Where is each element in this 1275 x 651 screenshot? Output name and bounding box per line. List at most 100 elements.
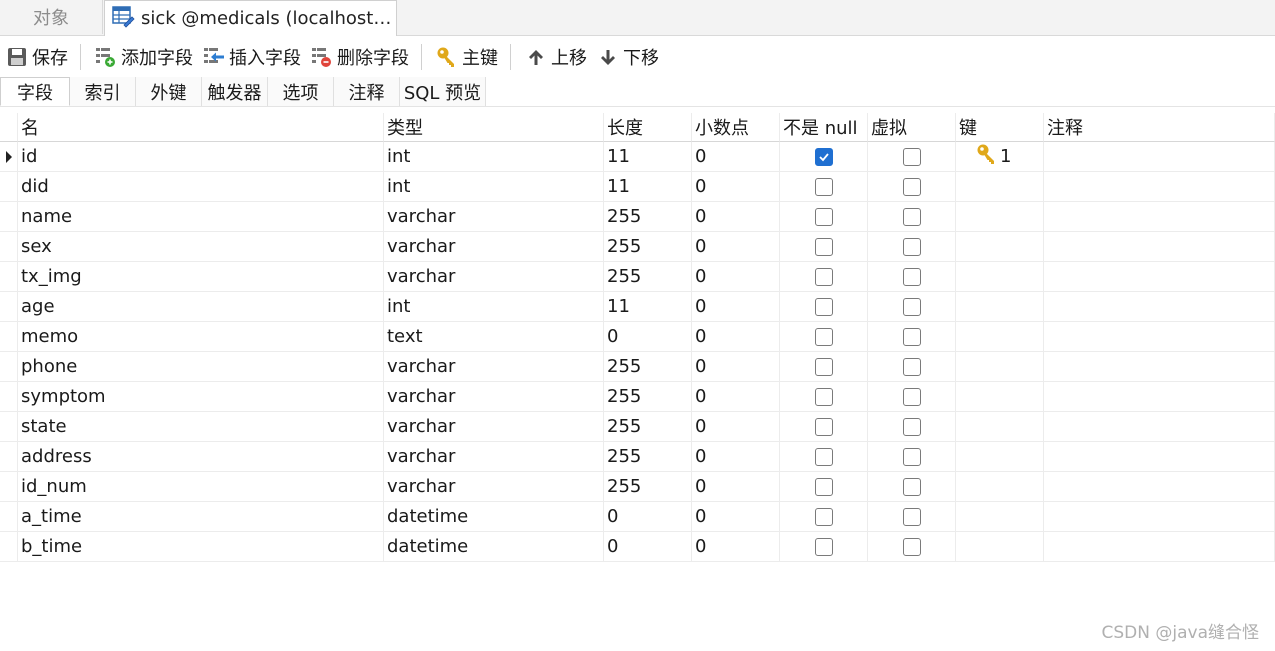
not-null-checkbox[interactable] xyxy=(814,237,833,256)
field-length-cell[interactable]: 11 xyxy=(604,142,692,172)
field-decimals-cell[interactable]: 0 xyxy=(692,232,780,262)
row-indicator-cell[interactable] xyxy=(0,322,18,352)
row-indicator-cell[interactable] xyxy=(0,142,18,172)
field-type-cell[interactable]: text xyxy=(384,322,604,352)
delete-field-button[interactable]: 删除字段 xyxy=(307,40,413,74)
column-header-name[interactable]: 名 xyxy=(18,113,384,142)
field-type-cell[interactable]: datetime xyxy=(384,532,604,562)
row-indicator-cell[interactable] xyxy=(0,262,18,292)
column-header-not-null[interactable]: 不是 null xyxy=(780,113,868,142)
virtual-checkbox[interactable] xyxy=(902,507,921,526)
field-name-cell[interactable]: sex xyxy=(18,232,384,262)
table-row[interactable]: b_time datetime 0 0 xyxy=(0,532,1275,562)
field-length-cell[interactable]: 255 xyxy=(604,412,692,442)
row-indicator-cell[interactable] xyxy=(0,472,18,502)
field-name-cell[interactable]: address xyxy=(18,442,384,472)
virtual-checkbox[interactable] xyxy=(902,477,921,496)
column-header-type[interactable]: 类型 xyxy=(384,113,604,142)
field-comment-cell[interactable] xyxy=(1044,442,1275,472)
field-type-cell[interactable]: varchar xyxy=(384,202,604,232)
field-name-cell[interactable]: id_num xyxy=(18,472,384,502)
not-null-checkbox[interactable] xyxy=(814,447,833,466)
field-type-cell[interactable]: varchar xyxy=(384,262,604,292)
field-type-cell[interactable]: datetime xyxy=(384,502,604,532)
field-name-cell[interactable]: state xyxy=(18,412,384,442)
tab-objects[interactable]: 对象 xyxy=(0,0,103,34)
field-length-cell[interactable]: 0 xyxy=(604,322,692,352)
not-null-checkbox[interactable] xyxy=(814,507,833,526)
key-cell[interactable] xyxy=(956,172,1044,202)
virtual-checkbox[interactable] xyxy=(902,447,921,466)
field-type-cell[interactable]: varchar xyxy=(384,442,604,472)
field-name-cell[interactable]: age xyxy=(18,292,384,322)
add-field-button[interactable]: 添加字段 xyxy=(91,40,197,74)
save-button[interactable]: 保存 xyxy=(2,40,72,74)
field-length-cell[interactable]: 255 xyxy=(604,442,692,472)
row-indicator-cell[interactable] xyxy=(0,202,18,232)
key-cell[interactable] xyxy=(956,322,1044,352)
virtual-checkbox[interactable] xyxy=(902,267,921,286)
key-cell[interactable] xyxy=(956,442,1044,472)
column-header-key[interactable]: 键 xyxy=(956,113,1044,142)
key-cell[interactable] xyxy=(956,292,1044,322)
field-comment-cell[interactable] xyxy=(1044,412,1275,442)
field-name-cell[interactable]: name xyxy=(18,202,384,232)
table-row[interactable]: address varchar 255 0 xyxy=(0,442,1275,472)
table-row[interactable]: a_time datetime 0 0 xyxy=(0,502,1275,532)
key-cell[interactable] xyxy=(956,382,1044,412)
table-row[interactable]: id int 11 0 1 xyxy=(0,142,1275,172)
row-indicator-cell[interactable] xyxy=(0,352,18,382)
field-type-cell[interactable]: varchar xyxy=(384,232,604,262)
field-type-cell[interactable]: int xyxy=(384,142,604,172)
tab-table-design[interactable]: sick @medicals (localhost_3... xyxy=(104,0,397,36)
not-null-checkbox[interactable] xyxy=(814,147,833,166)
field-decimals-cell[interactable]: 0 xyxy=(692,472,780,502)
not-null-checkbox[interactable] xyxy=(814,327,833,346)
field-decimals-cell[interactable]: 0 xyxy=(692,382,780,412)
table-row[interactable]: tx_img varchar 255 0 xyxy=(0,262,1275,292)
column-header-decimals[interactable]: 小数点 xyxy=(692,113,780,142)
field-decimals-cell[interactable]: 0 xyxy=(692,322,780,352)
field-type-cell[interactable]: varchar xyxy=(384,352,604,382)
virtual-checkbox[interactable] xyxy=(902,537,921,556)
column-header-virtual[interactable]: 虚拟 xyxy=(868,113,956,142)
not-null-checkbox[interactable] xyxy=(814,477,833,496)
field-length-cell[interactable]: 11 xyxy=(604,292,692,322)
field-decimals-cell[interactable]: 0 xyxy=(692,202,780,232)
field-comment-cell[interactable] xyxy=(1044,232,1275,262)
field-comment-cell[interactable] xyxy=(1044,502,1275,532)
key-cell[interactable] xyxy=(956,412,1044,442)
table-row[interactable]: state varchar 255 0 xyxy=(0,412,1275,442)
field-comment-cell[interactable] xyxy=(1044,142,1275,172)
not-null-checkbox[interactable] xyxy=(814,537,833,556)
key-cell[interactable] xyxy=(956,352,1044,382)
key-cell[interactable] xyxy=(956,232,1044,262)
field-type-cell[interactable]: varchar xyxy=(384,382,604,412)
virtual-checkbox[interactable] xyxy=(902,147,921,166)
field-comment-cell[interactable] xyxy=(1044,292,1275,322)
row-indicator-cell[interactable] xyxy=(0,412,18,442)
field-length-cell[interactable]: 0 xyxy=(604,532,692,562)
tab-foreign-keys[interactable]: 外键 xyxy=(136,77,202,106)
field-comment-cell[interactable] xyxy=(1044,322,1275,352)
field-decimals-cell[interactable]: 0 xyxy=(692,532,780,562)
key-cell[interactable] xyxy=(956,202,1044,232)
field-type-cell[interactable]: varchar xyxy=(384,412,604,442)
not-null-checkbox[interactable] xyxy=(814,207,833,226)
field-name-cell[interactable]: did xyxy=(18,172,384,202)
key-cell[interactable] xyxy=(956,502,1044,532)
table-row[interactable]: phone varchar 255 0 xyxy=(0,352,1275,382)
key-cell[interactable] xyxy=(956,532,1044,562)
table-row[interactable]: name varchar 255 0 xyxy=(0,202,1275,232)
virtual-checkbox[interactable] xyxy=(902,177,921,196)
row-indicator-cell[interactable] xyxy=(0,442,18,472)
field-comment-cell[interactable] xyxy=(1044,352,1275,382)
row-indicator-cell[interactable] xyxy=(0,532,18,562)
table-row[interactable]: symptom varchar 255 0 xyxy=(0,382,1275,412)
virtual-checkbox[interactable] xyxy=(902,237,921,256)
tab-sql-preview[interactable]: SQL 预览 xyxy=(400,77,486,106)
field-decimals-cell[interactable]: 0 xyxy=(692,172,780,202)
table-row[interactable]: did int 11 0 xyxy=(0,172,1275,202)
field-comment-cell[interactable] xyxy=(1044,172,1275,202)
virtual-checkbox[interactable] xyxy=(902,327,921,346)
